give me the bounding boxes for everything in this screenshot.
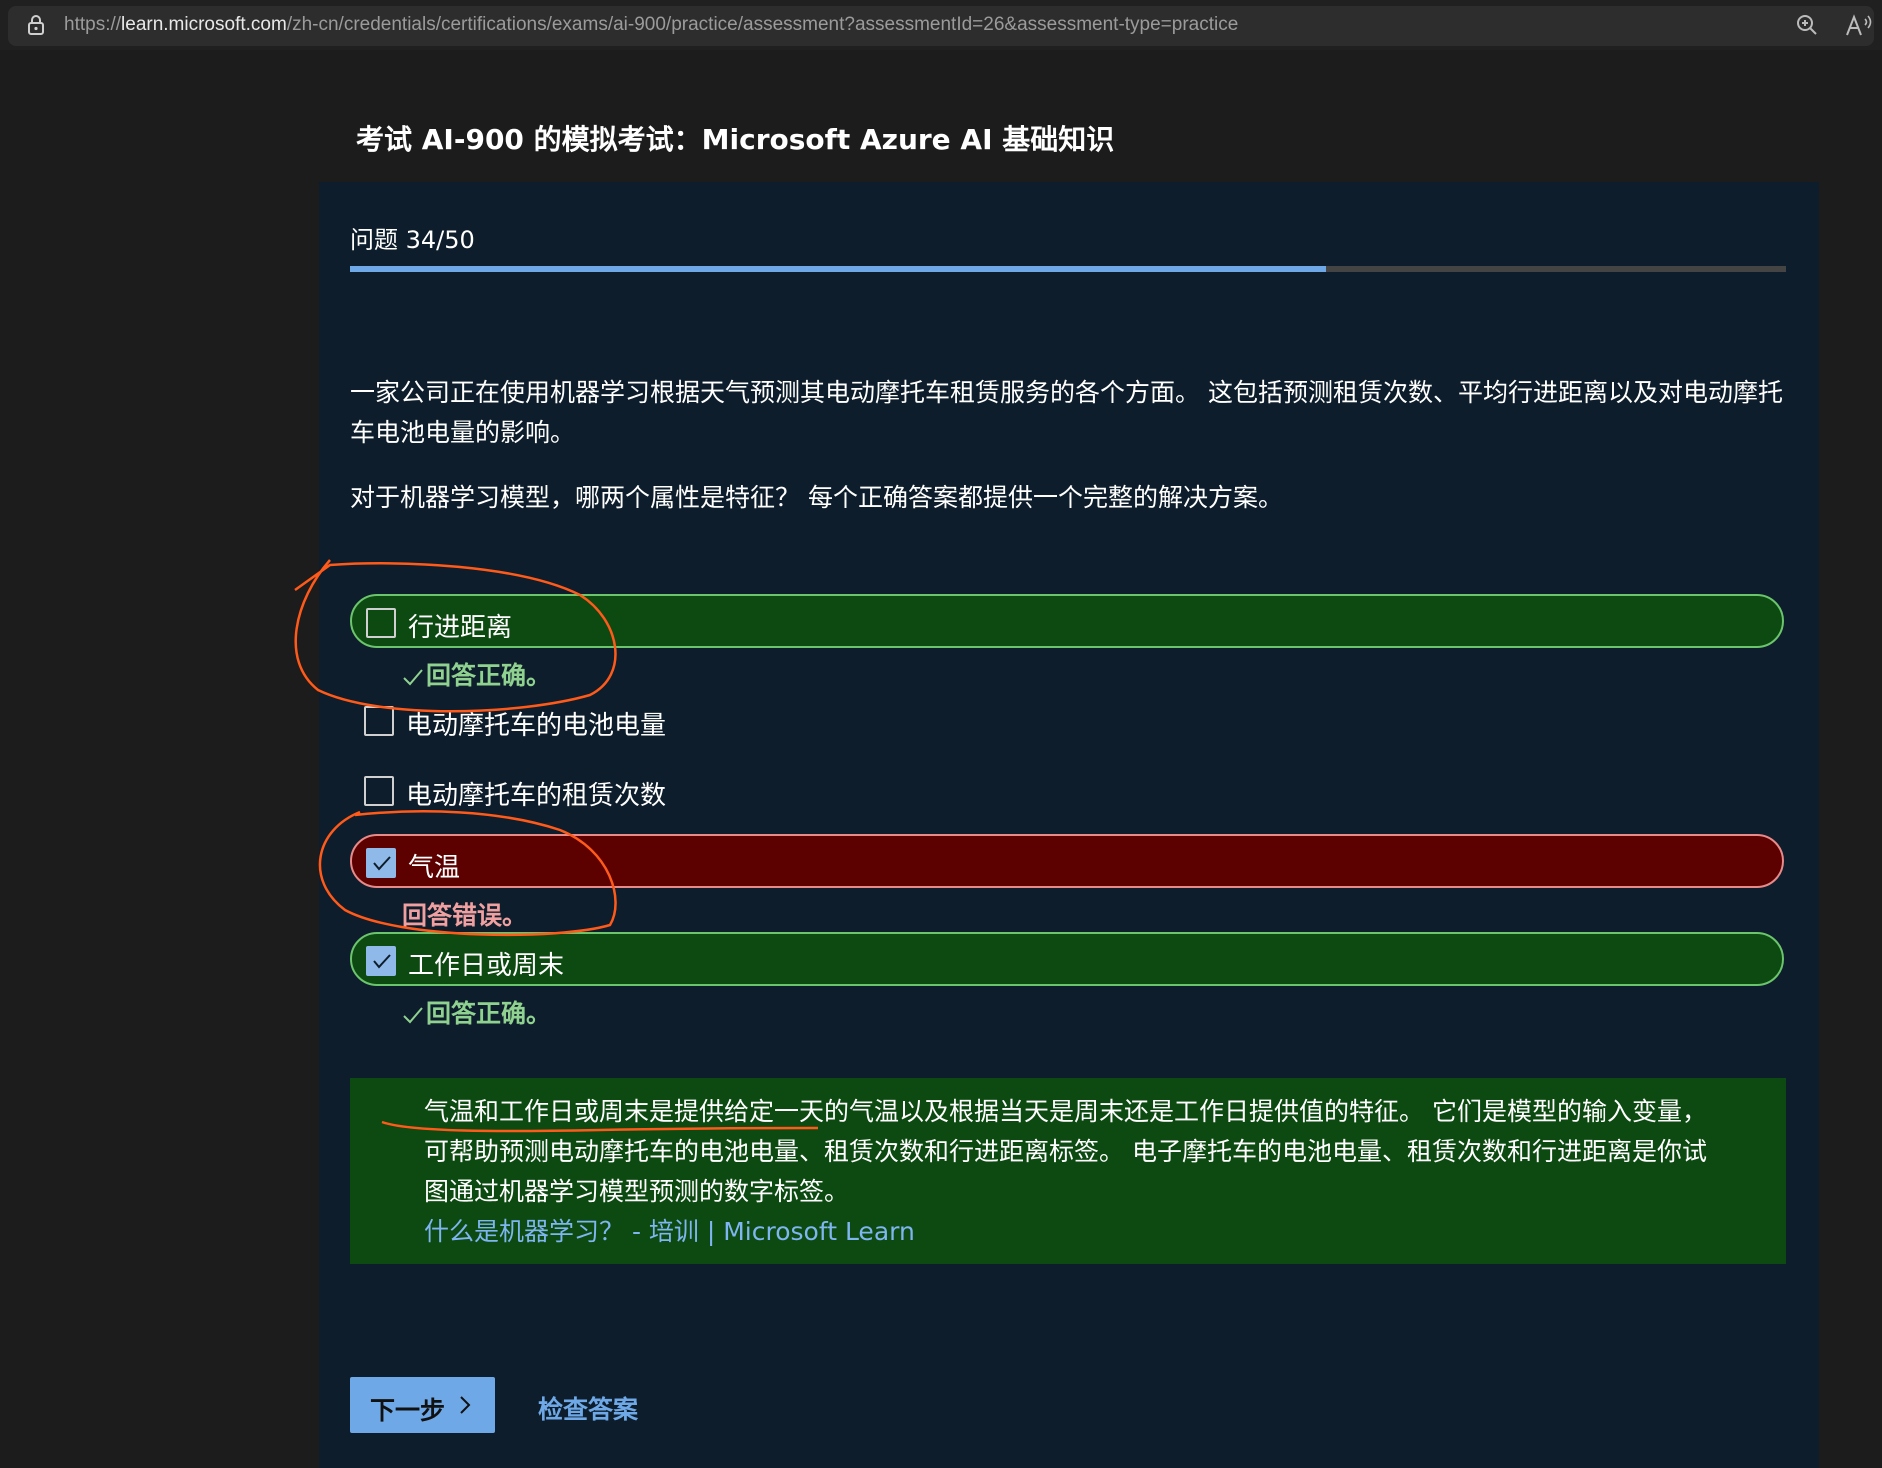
question-prompt: 对于机器学习模型，哪两个属性是特征？ 每个正确答案都提供一个完整的解决方案。 — [350, 483, 1283, 512]
read-aloud-icon[interactable] — [1844, 13, 1872, 39]
feedback-incorrect: 回答错误。 — [402, 901, 528, 930]
checkmark-icon — [403, 1007, 423, 1024]
feedback-correct: 回答正确。 — [402, 656, 551, 692]
option-label: 电动摩托车的电池电量 — [406, 711, 667, 741]
check-icon — [373, 856, 391, 871]
explanation-text: 气温和工作日或周末是提供给定一天的气温以及根据当天是周末还是工作日提供值的特征。… — [424, 1097, 1707, 1206]
chevron-right-icon — [460, 1396, 471, 1414]
explanation-panel: 气温和工作日或周末是提供给定一天的气温以及根据当天是周末还是工作日提供值的特征。… — [350, 1078, 1786, 1264]
page-title: 考试 AI-900 的模拟考试：Microsoft Azure AI 基础知识 — [356, 123, 1115, 156]
option-label: 行进距离 — [408, 613, 513, 643]
option-label: 气温 — [408, 853, 461, 883]
progress-fill — [350, 266, 1327, 272]
learn-more-link[interactable]: 什么是机器学习？ - 培训 | Microsoft Learn — [424, 1212, 915, 1248]
option-battery-level[interactable]: 电动摩托车的电池电量 — [350, 694, 1150, 748]
checkbox[interactable] — [364, 706, 394, 736]
address-bar: https://learn.microsoft.com/zh-cn/creden… — [0, 0, 1882, 50]
url-field[interactable]: https://learn.microsoft.com/zh-cn/creden… — [8, 6, 1874, 46]
option-travel-distance[interactable]: 行进距离 — [350, 594, 1784, 648]
check-icon — [373, 954, 391, 969]
next-button-label: 下一步 — [370, 1397, 446, 1425]
feedback-correct: 回答正确。 — [402, 994, 551, 1030]
option-rental-count[interactable]: 电动摩托车的租赁次数 — [350, 764, 1150, 818]
checkbox-checked[interactable] — [366, 946, 396, 976]
question-counter: 问题 34/50 — [350, 226, 475, 254]
checkbox-checked[interactable] — [366, 848, 396, 878]
progress-bar — [350, 266, 1786, 272]
checkbox[interactable] — [366, 608, 396, 638]
option-temperature[interactable]: 气温 — [350, 834, 1784, 888]
option-weekday-or-weekend[interactable]: 工作日或周末 — [350, 932, 1784, 986]
question-stem: 一家公司正在使用机器学习根据天气预测其电动摩托车租赁服务的各个方面。 这包括预测… — [350, 378, 1783, 447]
lock-icon[interactable] — [26, 14, 46, 36]
option-label: 电动摩托车的租赁次数 — [406, 781, 667, 811]
checkbox[interactable] — [364, 776, 394, 806]
zoom-icon[interactable] — [1795, 13, 1819, 37]
check-answer-link[interactable]: 检查答案 — [538, 1390, 638, 1426]
option-label: 工作日或周末 — [408, 951, 565, 981]
url-text[interactable]: https://learn.microsoft.com/zh-cn/creden… — [64, 14, 1238, 36]
next-button[interactable]: 下一步 — [350, 1377, 495, 1433]
checkmark-icon — [403, 669, 423, 686]
